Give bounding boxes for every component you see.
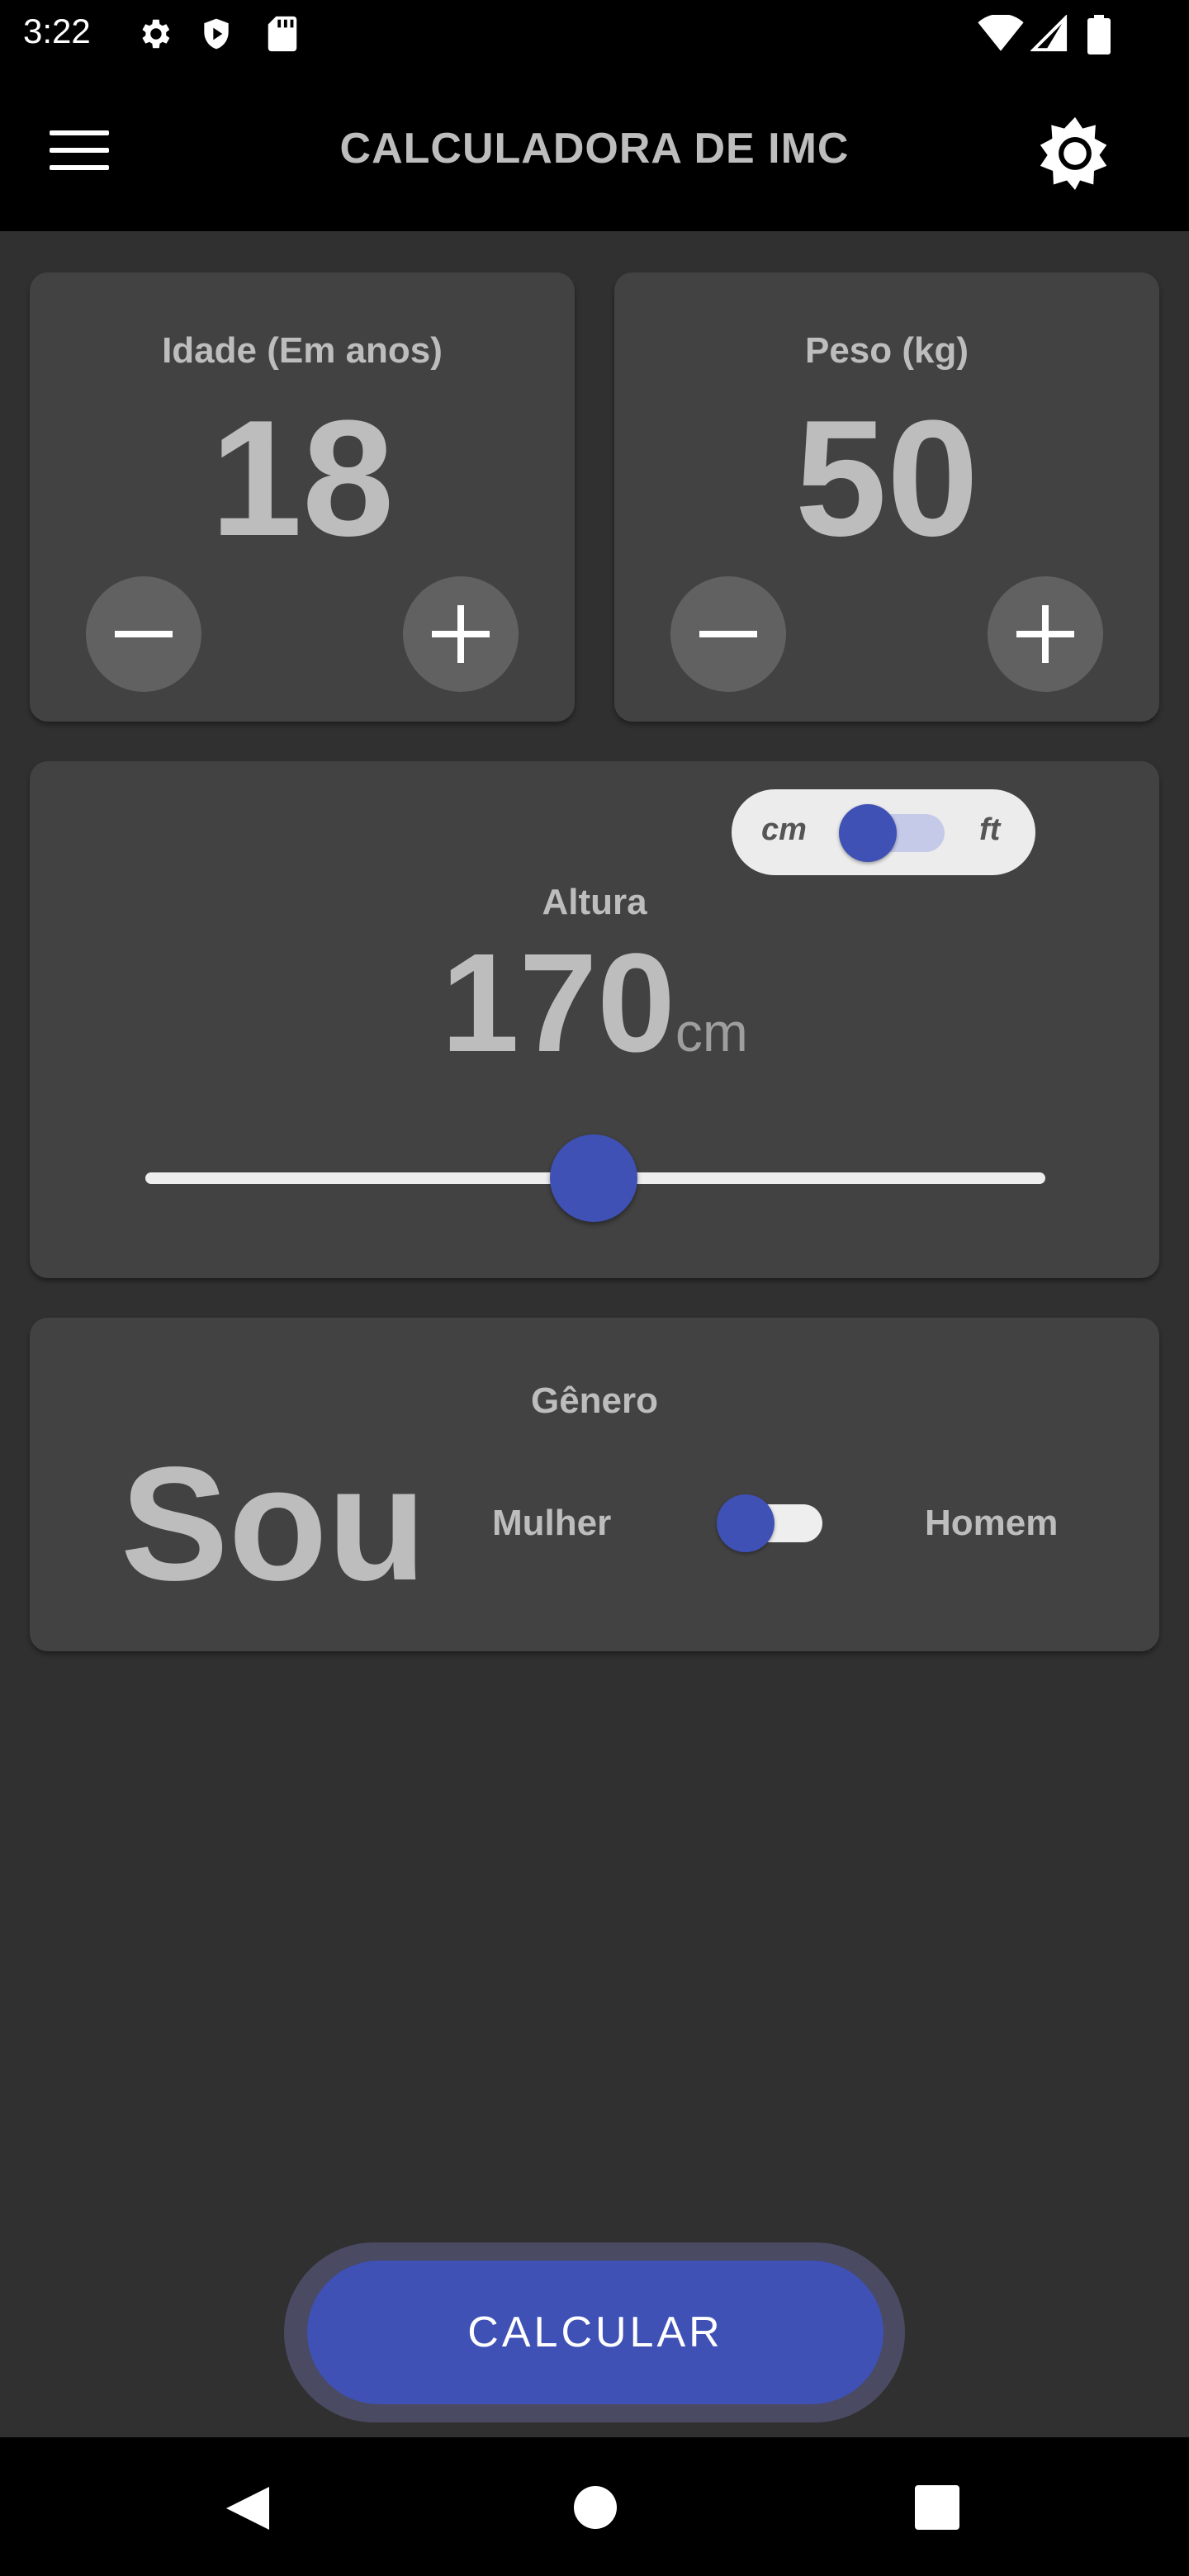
- gender-label: Gênero: [530, 1380, 659, 1421]
- plus-icon: [432, 605, 490, 663]
- weight-card: Peso (kg) 50: [614, 272, 1159, 722]
- home-icon[interactable]: [573, 2485, 618, 2530]
- unit-cm-label: cm: [761, 812, 807, 847]
- app-bar: CALCULADORA DE IMC: [0, 69, 1189, 231]
- weight-decrement-button[interactable]: [670, 576, 786, 692]
- sd-card-icon: [268, 16, 297, 52]
- gender-female-label: Mulher: [492, 1503, 612, 1543]
- brightness-settings-icon[interactable]: [1037, 114, 1113, 190]
- shield-notification-icon: [204, 18, 229, 50]
- settings-notification-icon: [142, 19, 170, 49]
- height-readout: 170cm: [30, 933, 1159, 1073]
- cell-signal-icon: [1030, 15, 1068, 52]
- minus-icon: [115, 631, 173, 637]
- unit-ft-label: ft: [979, 812, 1001, 847]
- weight-value: 50: [794, 386, 979, 571]
- age-card: Idade (Em anos) 18: [30, 272, 575, 722]
- gender-male-label: Homem: [925, 1503, 1059, 1543]
- unit-toggle[interactable]: cm ft: [732, 789, 1035, 875]
- app-title: CALCULADORA DE IMC: [339, 125, 850, 173]
- back-icon[interactable]: [223, 2484, 272, 2533]
- wifi-icon: [978, 15, 1024, 51]
- age-increment-button[interactable]: [403, 576, 519, 692]
- status-time: 3:22: [23, 12, 91, 50]
- weight-label: Peso (kg): [804, 330, 969, 371]
- recents-icon[interactable]: [915, 2485, 959, 2530]
- calculate-button[interactable]: CALCULAR: [307, 2261, 883, 2404]
- battery-icon: [1087, 15, 1111, 54]
- weight-increment-button[interactable]: [988, 576, 1103, 692]
- height-slider-thumb[interactable]: [550, 1134, 637, 1222]
- gender-switch-thumb[interactable]: [717, 1494, 775, 1552]
- age-label: Idade (Em anos): [162, 330, 443, 371]
- age-value: 18: [210, 386, 395, 571]
- minus-icon: [699, 631, 757, 637]
- status-bar: 3:22: [0, 0, 1189, 69]
- unit-switch-thumb[interactable]: [839, 804, 897, 862]
- plus-icon: [1016, 605, 1074, 663]
- navigation-bar: [0, 2437, 1189, 2576]
- gender-prefix-text: Sou: [121, 1433, 427, 1614]
- height-unit: cm: [675, 1002, 748, 1063]
- height-label: Altura: [542, 882, 647, 922]
- age-decrement-button[interactable]: [86, 576, 201, 692]
- height-value: 170: [441, 925, 675, 1082]
